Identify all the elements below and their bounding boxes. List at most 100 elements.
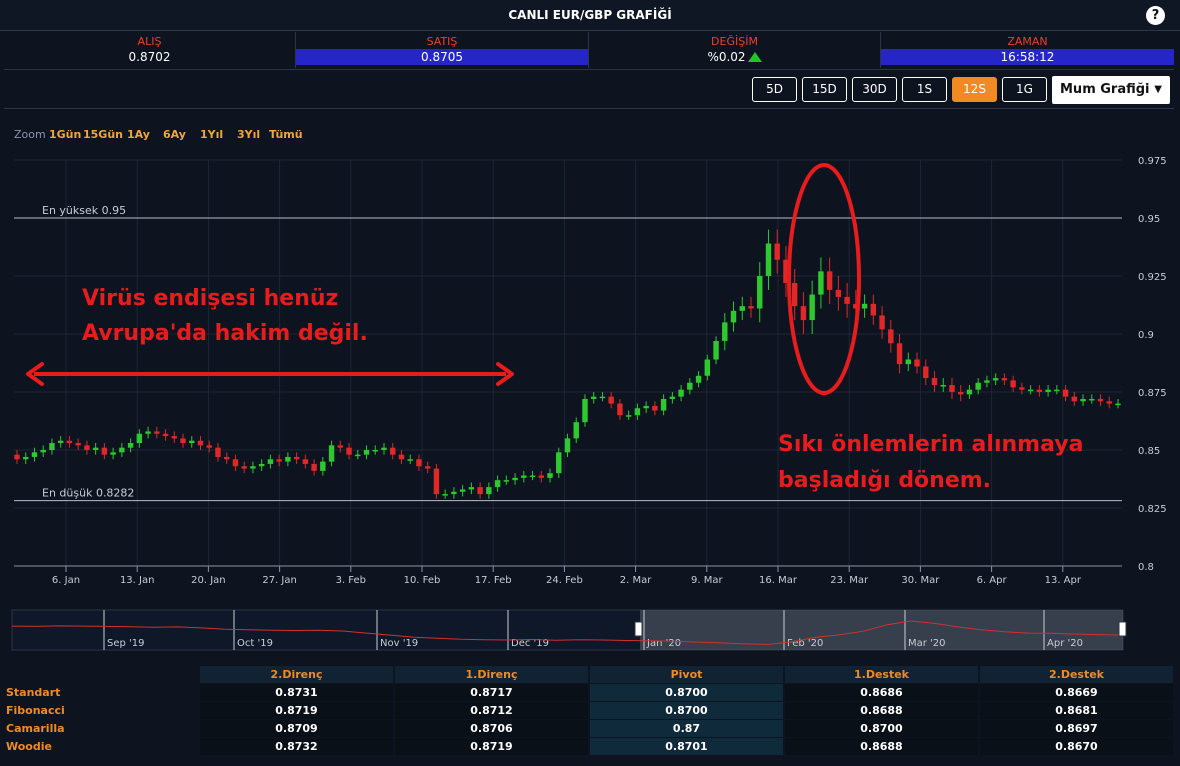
x-tick-label: 6. Jan: [52, 575, 80, 586]
candle-body: [861, 303, 868, 309]
candle-body: [162, 433, 169, 437]
candle-body: [381, 447, 387, 450]
navigator-label: Oct '19: [237, 638, 273, 649]
pivot-row-name: Camarilla: [6, 722, 65, 735]
pivot-cell: 0.8700: [590, 684, 783, 701]
candle-body: [136, 433, 143, 444]
candle-body: [888, 329, 894, 344]
pivot-cell: 0.8686: [785, 684, 978, 701]
pivot-cell: 0.8697: [980, 720, 1173, 737]
y-tick-label: 0.95: [1138, 214, 1160, 225]
navigator-left-handle[interactable]: [634, 621, 643, 637]
pivot-cell: 0.8681: [980, 702, 1173, 719]
candle-body: [774, 243, 780, 260]
y-tick-label: 0.875: [1138, 388, 1167, 399]
pivot-cell: 0.87: [590, 720, 783, 737]
navigator-label: Mar '20: [908, 638, 946, 649]
candle-body: [267, 459, 274, 464]
x-tick-label: 23. Mar: [830, 575, 869, 586]
y-tick-label: 0.975: [1138, 156, 1167, 167]
candle-body: [1054, 389, 1060, 392]
candle-body: [31, 452, 38, 457]
candle-body: [582, 398, 588, 423]
candle-body: [197, 440, 204, 446]
pivot-cell: 0.8688: [785, 738, 978, 755]
candle-body: [1019, 387, 1025, 390]
candle-body: [914, 359, 920, 367]
navigator[interactable]: Sep '19 Oct '19 Nov '19 Dec '19 Jan '20 Feb '…: [11, 609, 1127, 651]
navigator-right-handle[interactable]: [1118, 621, 1127, 637]
candle-body: [713, 340, 719, 360]
y-tick-label: 0.8: [1138, 562, 1154, 573]
pivot-cell: 0.8709: [200, 720, 393, 737]
candle-body: [591, 396, 597, 399]
annotation-right-line2: başladığı dönem.: [778, 468, 991, 493]
candle-body: [486, 487, 492, 495]
candle-body: [879, 315, 885, 330]
candle-body: [241, 466, 247, 469]
candle-body: [215, 447, 221, 457]
candle-body: [704, 359, 711, 376]
candle-body: [258, 463, 265, 467]
candle-body: [958, 392, 964, 395]
candles-group: [14, 229, 1121, 499]
double-arrow-icon: [26, 362, 514, 386]
candle-body: [285, 456, 291, 462]
candle-body: [180, 438, 186, 444]
pivot-row-name: Woodie: [6, 740, 52, 753]
pivot-cell: 0.8717: [395, 684, 588, 701]
candle-body: [966, 389, 973, 395]
pivot-cell: 0.8732: [200, 738, 393, 755]
candle-body: [66, 440, 73, 444]
candle-body: [870, 303, 877, 316]
candle-body: [695, 375, 702, 383]
navigator-label: Sep '19: [107, 638, 145, 649]
pivot-cell: 0.8669: [980, 684, 1173, 701]
candle-body: [154, 431, 160, 434]
candle-body: [617, 403, 623, 416]
candle-body: [468, 487, 475, 490]
candle-body: [687, 382, 693, 390]
candle-body: [1080, 398, 1086, 402]
candle-body: [1027, 389, 1034, 392]
candle-body: [416, 459, 422, 467]
candle-body: [678, 389, 684, 397]
candle-body: [634, 408, 641, 416]
candle-body: [992, 378, 999, 381]
candle-body: [328, 445, 335, 462]
candle-body: [809, 294, 815, 321]
chart-grid: [14, 159, 1122, 566]
y-tick-label: 0.9: [1138, 330, 1154, 341]
candle-body: [372, 450, 378, 452]
candle-body: [1010, 380, 1016, 388]
pivot-cell: 0.8688: [785, 702, 978, 719]
candle-body: [494, 480, 501, 488]
x-tick-label: 27. Jan: [262, 575, 297, 586]
candle-body: [355, 454, 361, 457]
pivot-head-s2: 2.Destek: [980, 666, 1173, 683]
x-tick-label: 13. Jan: [120, 575, 155, 586]
candlestick-chart: 6. Jan 13. Jan 20. Jan 27. Jan 3. Feb 10. Feb…: [11, 156, 1167, 651]
candle-body: [818, 271, 824, 295]
candle-body: [975, 382, 981, 390]
annotation-right-line1: Sıkı önlemlerin alınmaya: [778, 432, 1083, 457]
candle-body: [643, 405, 649, 409]
candle-body: [1036, 389, 1043, 392]
candle-body: [1089, 398, 1095, 401]
candle-body: [1115, 403, 1121, 406]
x-tick-label: 6. Apr: [977, 575, 1008, 586]
x-tick-label: 13. Apr: [1045, 575, 1082, 586]
candle-body: [101, 447, 108, 455]
candle-body: [800, 306, 807, 321]
candle-body: [748, 306, 754, 309]
x-tick-label: 3. Feb: [336, 575, 366, 586]
candle-body: [390, 447, 396, 455]
candle-body: [547, 473, 553, 478]
candle-body: [49, 443, 55, 450]
y-tick-label: 0.85: [1138, 446, 1160, 457]
candle-body: [189, 440, 195, 444]
candle-body: [844, 296, 850, 304]
candle-body: [573, 422, 579, 439]
candle-body: [923, 366, 929, 379]
x-tick-label: 20. Jan: [191, 575, 226, 586]
